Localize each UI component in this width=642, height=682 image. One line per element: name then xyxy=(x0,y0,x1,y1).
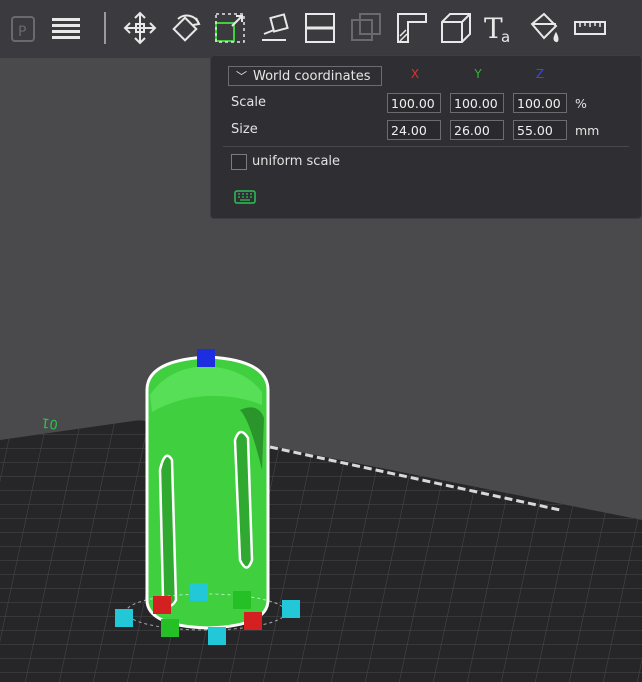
plate-number: 01 xyxy=(40,414,58,431)
scale-y-field[interactable] xyxy=(450,93,504,113)
layers-menu-icon[interactable] xyxy=(46,6,86,50)
coordinate-system-value: World coordinates xyxy=(253,69,371,84)
seam-paint-icon[interactable] xyxy=(392,6,432,50)
size-z-field[interactable] xyxy=(513,120,567,140)
toolbar-separator xyxy=(104,12,106,44)
size-x-field[interactable] xyxy=(387,120,441,140)
panel-divider xyxy=(223,146,629,147)
x-scale-handle xyxy=(153,596,171,614)
scale-label: Scale xyxy=(231,95,266,110)
measure-icon[interactable] xyxy=(570,6,610,50)
keyboard-shortcuts-icon[interactable] xyxy=(234,189,256,208)
size-unit: mm xyxy=(575,123,600,138)
corner-scale-handle xyxy=(208,627,226,645)
axis-x-label: X xyxy=(410,67,420,81)
y-scale-handle xyxy=(233,591,251,609)
scale-x-field[interactable] xyxy=(387,93,441,113)
main-toolbar: P Ta xyxy=(0,0,642,58)
cut-icon[interactable] xyxy=(300,6,340,50)
axis-y-label: Y xyxy=(474,67,482,81)
corner-scale-handle xyxy=(282,600,300,618)
corner-scale-handle xyxy=(115,609,133,627)
corner-scale-handle xyxy=(190,583,208,601)
axis-z-label: Z xyxy=(535,67,545,81)
lay-on-face-icon[interactable] xyxy=(256,6,296,50)
variable-layer-height-icon[interactable] xyxy=(436,6,476,50)
color-paint-icon[interactable] xyxy=(524,6,564,50)
scale-icon[interactable] xyxy=(210,6,250,50)
svg-text:a: a xyxy=(501,28,510,46)
x-scale-handle xyxy=(244,612,262,630)
scale-panel: ﹀ World coordinates X Y Z Scale % Size m… xyxy=(210,55,642,219)
scale-unit: % xyxy=(575,96,587,111)
uniform-scale-checkbox[interactable] xyxy=(231,154,247,170)
chevron-down-icon: ﹀ xyxy=(236,70,247,83)
support-paint-icon[interactable] xyxy=(346,6,386,50)
scale-z-field[interactable] xyxy=(513,93,567,113)
coordinate-system-dropdown[interactable]: ﹀ World coordinates xyxy=(228,66,382,86)
text-tool-icon[interactable]: Ta xyxy=(480,6,520,50)
arrange-icon[interactable]: P xyxy=(4,6,44,50)
size-y-field[interactable] xyxy=(450,120,504,140)
uniform-scale-label: uniform scale xyxy=(252,154,341,169)
z-scale-handle xyxy=(197,349,215,367)
size-label: Size xyxy=(231,122,258,137)
rotate-icon[interactable] xyxy=(166,6,206,50)
y-scale-handle xyxy=(161,619,179,637)
move-icon[interactable] xyxy=(120,6,160,50)
svg-text:P: P xyxy=(18,24,26,40)
